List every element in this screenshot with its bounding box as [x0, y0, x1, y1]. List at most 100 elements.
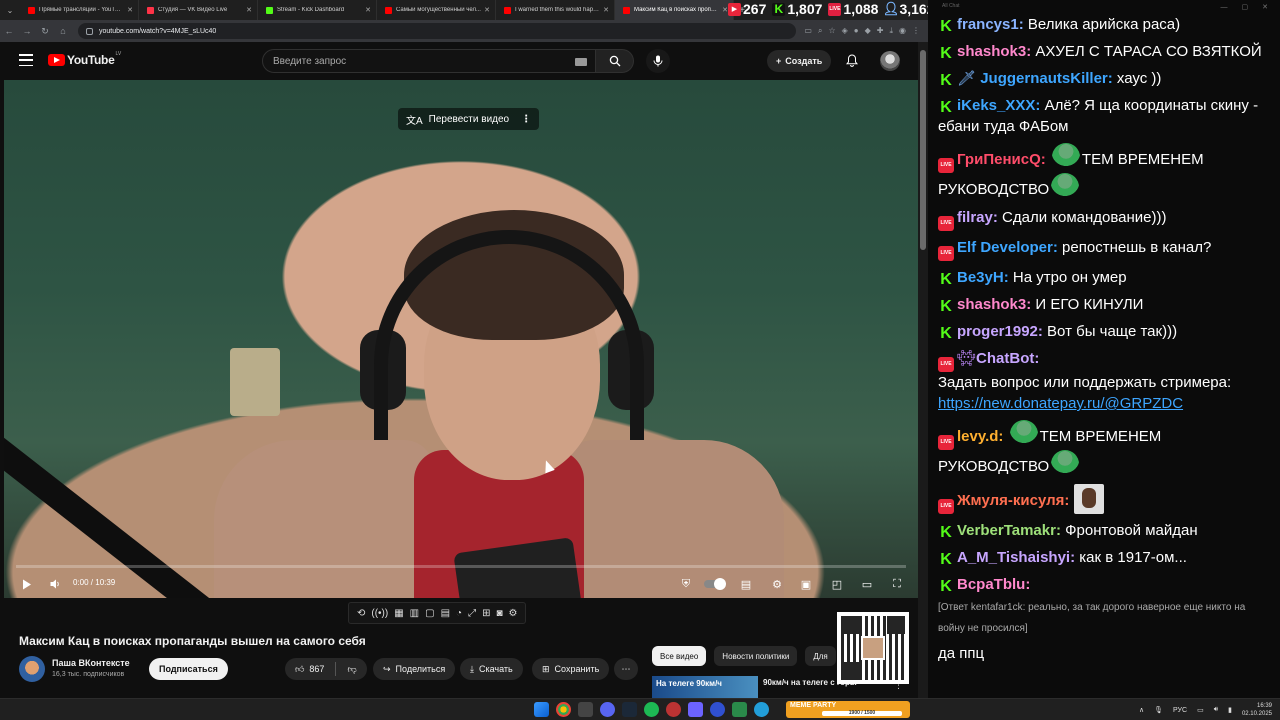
like-icon[interactable]: 👍︎: [295, 664, 304, 675]
folder-icon[interactable]: [578, 702, 593, 717]
tab-close-icon[interactable]: ✕: [603, 6, 609, 14]
puzzle-icon[interactable]: ✚: [877, 26, 884, 36]
start-windows-icon[interactable]: [534, 702, 549, 717]
more-options-icon[interactable]: ⋮: [521, 114, 531, 125]
picture-in-picture-icon[interactable]: ◰: [826, 574, 848, 594]
chip-all-videos[interactable]: Все видео: [652, 646, 707, 666]
donation-link[interactable]: https://new.donatepay.ru/@GRPZDC: [938, 395, 1183, 412]
chat-username[interactable]: Ве3уН: [957, 269, 1004, 286]
voice-search-button[interactable]: [646, 49, 670, 73]
dislike-icon[interactable]: 👎︎: [347, 664, 356, 675]
save-button[interactable]: ⊞ Сохранить: [532, 658, 610, 680]
discord-icon[interactable]: [600, 702, 615, 717]
resize-icon[interactable]: ⤢: [468, 608, 476, 619]
play-button[interactable]: [16, 574, 38, 594]
chip-politics-news[interactable]: Новости политики: [714, 646, 798, 666]
chat-username[interactable]: Жмуля-кисуля: [957, 492, 1064, 509]
subtitles-box-icon[interactable]: ▤: [441, 608, 450, 619]
chat-username[interactable]: levy.d: [957, 428, 998, 445]
speaker-icon[interactable]: 🔊︎: [1214, 706, 1218, 714]
chrome-icon[interactable]: [556, 702, 571, 717]
chat-username[interactable]: iKeks_XXX: [957, 97, 1035, 114]
channel-name[interactable]: Паша ВКонтексте: [52, 658, 130, 668]
download-icon[interactable]: ⤓: [889, 26, 893, 36]
account-avatar[interactable]: [880, 51, 900, 71]
bookmark-star-icon[interactable]: ☆: [828, 26, 835, 36]
speed-gauge-icon[interactable]: ◔: [456, 608, 462, 619]
tab-close-icon[interactable]: ✕: [365, 6, 371, 14]
tab-close-icon[interactable]: ✕: [246, 6, 252, 14]
like-count[interactable]: 867: [309, 664, 324, 674]
notifications-bell-icon[interactable]: [845, 54, 859, 72]
language-indicator[interactable]: РУС: [1173, 707, 1187, 714]
forward-icon[interactable]: →: [18, 26, 36, 36]
browser-tab[interactable]: Максим Кац в поисках пропага... ✕: [615, 0, 734, 20]
more-actions-button[interactable]: ⋯: [614, 658, 638, 680]
tray-chevron-icon[interactable]: ∧: [1139, 706, 1144, 714]
screen-icon[interactable]: ▢: [425, 608, 434, 619]
extension-icon[interactable]: ◈: [842, 26, 848, 36]
clock[interactable]: 16:39 02.10.2025: [1242, 702, 1272, 718]
chat-username[interactable]: filray: [957, 209, 993, 226]
camera-icon[interactable]: ◙: [496, 608, 502, 619]
youtube-logo[interactable]: YouTube LV: [48, 51, 121, 67]
chat-username[interactable]: ВсраТblu: [957, 576, 1025, 593]
chat-username[interactable]: Elf Developer: [957, 239, 1053, 256]
gear-icon[interactable]: ⚙: [509, 608, 518, 619]
browser-menu-icon[interactable]: ⋮: [912, 26, 920, 36]
chat-username[interactable]: A_M_Tishaishyi: [957, 549, 1070, 566]
chat-username[interactable]: ГриПенисQ: [957, 151, 1041, 168]
chip-for-you[interactable]: Для: [805, 646, 836, 666]
video-player[interactable]: 文A Перевести видео ⋮ 0:00 / 10:39 ⛨ ▤ ⚙ …: [4, 80, 918, 598]
progress-bar[interactable]: [16, 565, 906, 568]
chat-username[interactable]: VerberTamakr: [957, 522, 1056, 539]
tab-close-icon[interactable]: ✕: [127, 6, 133, 14]
obs-icon[interactable]: [666, 702, 681, 717]
back-icon[interactable]: ←: [0, 26, 18, 36]
theater-mode-icon[interactable]: ▭: [856, 574, 878, 594]
download-button[interactable]: ⤓ Скачать: [460, 658, 523, 680]
maximize-icon[interactable]: ▢: [1242, 3, 1249, 11]
chat-username[interactable]: shashok3: [957, 43, 1026, 60]
battery-icon[interactable]: ▮: [1228, 706, 1232, 714]
browser-tab[interactable]: Прямые трансляции - YouTube ✕: [20, 0, 139, 20]
site-info-icon[interactable]: [86, 27, 93, 35]
share-button[interactable]: ↪ Поделиться: [373, 658, 456, 680]
tab-close-icon[interactable]: ✕: [484, 6, 490, 14]
translate-video-button[interactable]: 文A Перевести видео ⋮: [398, 108, 540, 130]
search-input[interactable]: Введите запрос: [262, 49, 596, 73]
minimize-icon[interactable]: —: [1221, 4, 1228, 11]
url-field[interactable]: youtube.com/watch?v=4MJE_sLUc40: [78, 23, 797, 39]
audio-waves-icon[interactable]: ((•)): [371, 608, 388, 619]
network-icon[interactable]: ▭: [1197, 706, 1204, 714]
subscribe-button[interactable]: Подписаться: [149, 658, 228, 680]
steam-icon[interactable]: [622, 702, 637, 717]
reload-icon[interactable]: ↻: [36, 26, 54, 37]
app-icon[interactable]: [688, 702, 703, 717]
extension-icon[interactable]: ◆: [865, 26, 871, 36]
fullscreen-icon[interactable]: ⛶: [886, 574, 908, 594]
channel-avatar[interactable]: [19, 656, 45, 682]
miniplayer-icon[interactable]: ▣: [795, 574, 817, 594]
page-scrollbar[interactable]: [918, 42, 928, 698]
tab-search-icon[interactable]: ⌄: [0, 0, 20, 20]
telegram-icon[interactable]: [754, 702, 769, 717]
menu-icon[interactable]: [19, 54, 33, 66]
browser-tab[interactable]: Stream - Kick Dashboard ✕: [258, 0, 377, 20]
profile-icon[interactable]: ◉: [899, 26, 906, 36]
browser-tab[interactable]: Студия — VK Видео Live ✕: [139, 0, 258, 20]
clapper-icon[interactable]: ▥: [410, 608, 419, 619]
autoplay-shield-icon[interactable]: ⛨: [675, 574, 697, 594]
chat-username[interactable]: shashok3: [957, 296, 1026, 313]
browser-tab[interactable]: Самый могущественный чел... ✕: [377, 0, 496, 20]
cast-icon[interactable]: ▭: [804, 26, 812, 36]
autoplay-toggle[interactable]: [704, 578, 726, 590]
settings-gear-icon[interactable]: ⚙: [766, 574, 788, 594]
stats-icon[interactable]: ▦: [394, 608, 403, 619]
loop-icon[interactable]: ⟲: [357, 608, 365, 619]
extension-icon[interactable]: ●: [854, 26, 859, 36]
volume-button[interactable]: [44, 574, 66, 594]
browser-tab[interactable]: I warned them this would happ... ✕: [496, 0, 615, 20]
add-box-icon[interactable]: ⊞: [482, 608, 490, 619]
subtitles-icon[interactable]: ▤: [735, 574, 757, 594]
